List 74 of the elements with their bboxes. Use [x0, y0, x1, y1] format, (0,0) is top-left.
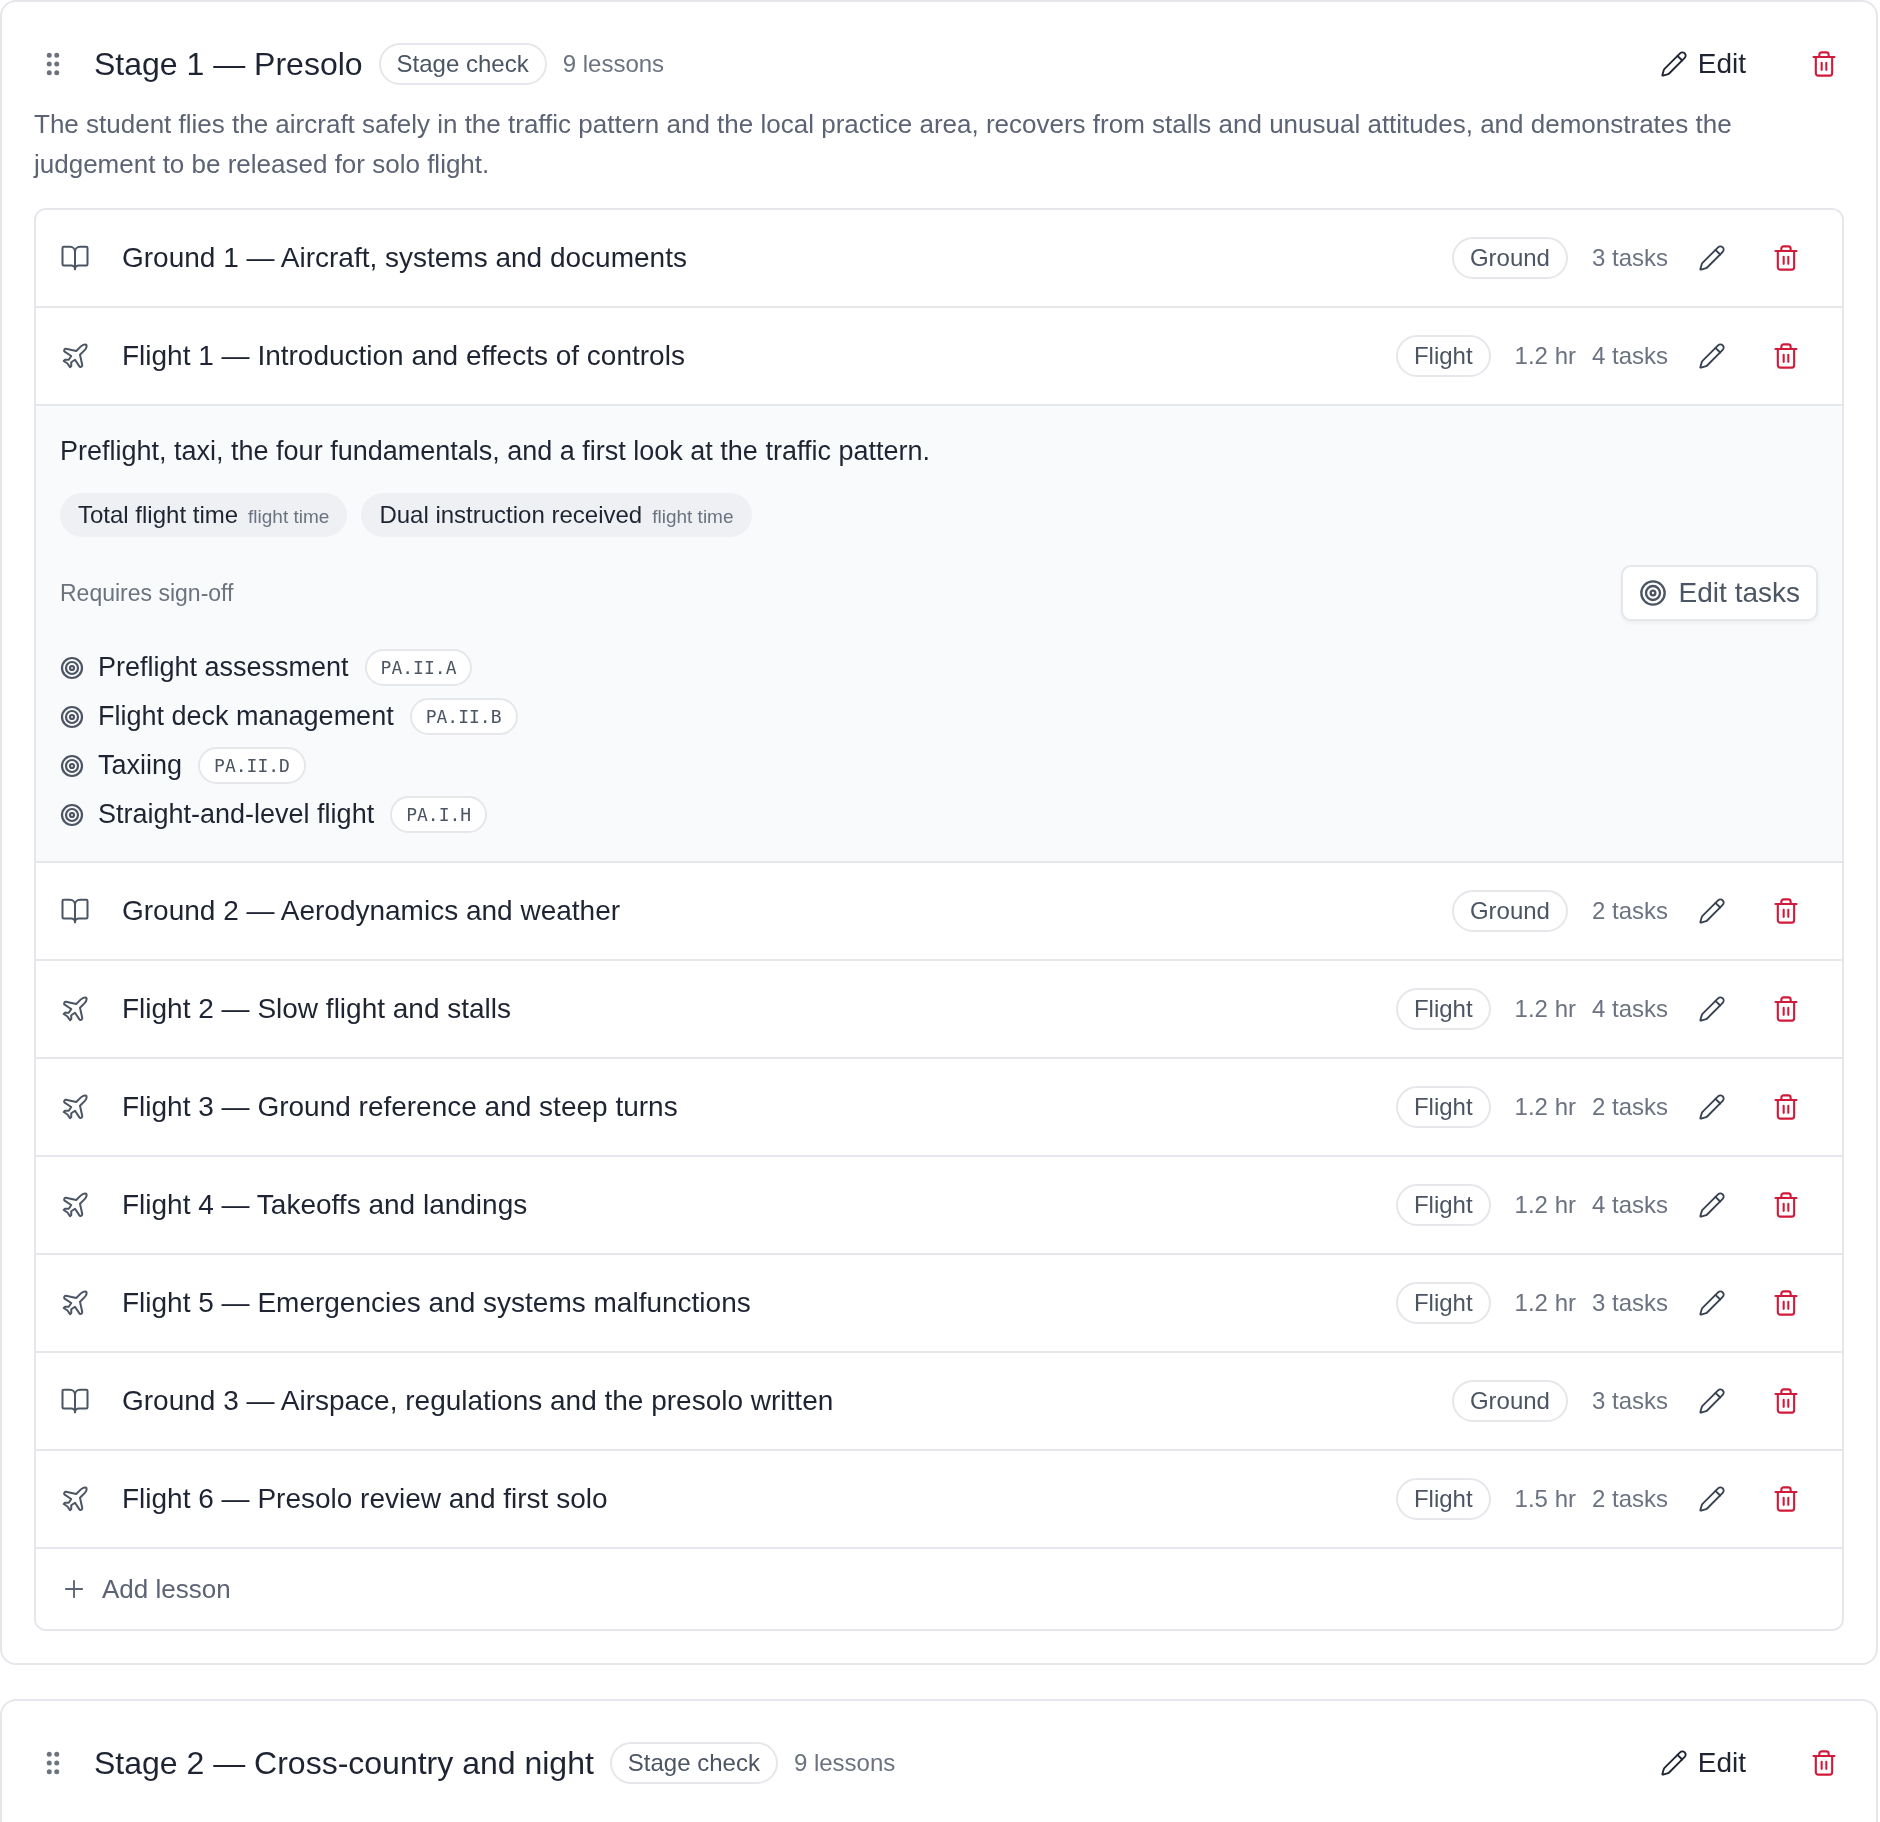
book-icon	[60, 243, 90, 273]
edit-tasks-button[interactable]: Edit tasks	[1620, 565, 1818, 621]
plane-icon	[60, 1190, 90, 1220]
task-count: 3 tasks	[1591, 244, 1668, 272]
lesson-type-badge: Ground	[1451, 237, 1568, 279]
target-icon	[60, 802, 84, 827]
plane-icon	[60, 994, 90, 1024]
target-icon	[60, 655, 84, 680]
stage-check-badge: Stage check	[378, 43, 547, 85]
signoff-label: Requires sign-off	[60, 579, 234, 607]
lesson-type-badge: Flight	[1395, 335, 1491, 377]
lesson-hours: 1.2 hr	[1514, 342, 1576, 370]
edit-button[interactable]: Edit	[1651, 1741, 1754, 1785]
lesson-title: Flight 2 — Slow flight and stalls	[122, 993, 512, 1025]
task-name: Straight-and-level flight	[98, 799, 375, 830]
plane-icon	[60, 1288, 90, 1318]
lesson-title: Flight 6 — Presolo review and first solo	[122, 1483, 608, 1515]
lesson-title: Flight 3 — Ground reference and steep turns	[122, 1091, 678, 1123]
lesson-type-badge: Flight	[1395, 1184, 1491, 1226]
tag-label: Total flight time	[78, 501, 239, 529]
lesson-title: Ground 1 — Aircraft, systems and documents	[122, 242, 687, 274]
stage-description: The student flies the aircraft safely in the traffic pattern and the local practice area, recovers from stalls and unusual attitudes, and demonstrates the judgement to be released for solo flight.	[34, 108, 1733, 181]
task-count: 2 tasks	[1591, 897, 1668, 925]
task-code: PA.II.D	[198, 747, 306, 784]
plane-icon	[60, 1092, 90, 1122]
target-icon	[60, 753, 84, 778]
task-code: PA.I.H	[390, 796, 488, 833]
task-name: Taxiing	[98, 750, 183, 781]
pencil-icon	[1659, 50, 1688, 78]
lesson-type-badge: Flight	[1395, 988, 1491, 1030]
task-count: 3 tasks	[1591, 1289, 1668, 1317]
lesson-title: Flight 5 — Emergencies and systems malfunctions	[122, 1287, 751, 1319]
stage-title: Stage 2 — Cross-country and night	[94, 1744, 594, 1782]
stage-title: Stage 1 — Presolo	[94, 45, 363, 83]
lesson-title: Ground 3 — Airspace, regulations and the presolo written	[122, 1385, 834, 1417]
edit-button[interactable]: Edit	[1651, 42, 1754, 86]
lesson-hours: 1.5 hr	[1514, 1485, 1576, 1513]
task-count: 4 tasks	[1591, 1191, 1668, 1219]
lesson-type-badge: Flight	[1395, 1478, 1491, 1520]
lesson-type-badge: Ground	[1451, 1380, 1568, 1422]
task-name: Flight deck management	[98, 701, 394, 732]
lesson-hours: 1.2 hr	[1514, 1191, 1576, 1219]
book-icon	[60, 896, 90, 926]
task-code: PA.II.B	[409, 698, 518, 735]
lesson-title: Flight 1 — Introduction and effects of controls	[122, 340, 685, 372]
stage-check-badge: Stage check	[609, 1742, 778, 1784]
task-name: Preflight assessment	[98, 652, 349, 683]
lesson-row[interactable]: Ground 1 — Aircraft, systems and documents Ground 3 tasks	[36, 210, 1842, 308]
tag-type: flight time	[652, 506, 734, 528]
task-code: PA.II.A	[364, 649, 473, 686]
lesson-type-badge: Flight	[1395, 1282, 1491, 1324]
lesson-hours: 1.2 hr	[1514, 1093, 1576, 1121]
plane-icon	[60, 341, 90, 371]
tag-type: flight time	[248, 506, 330, 528]
lesson-count: 9 lessons	[562, 50, 665, 78]
task-count: 4 tasks	[1591, 995, 1668, 1023]
lesson-type-badge: Flight	[1395, 1086, 1491, 1128]
book-icon	[60, 1386, 90, 1416]
lesson-hours: 1.2 hr	[1514, 1289, 1576, 1317]
lesson-title: Ground 2 — Aerodynamics and weather	[122, 895, 621, 927]
lesson-count: 9 lessons	[793, 1749, 896, 1777]
target-icon	[60, 704, 84, 729]
lesson-type-badge: Ground	[1451, 890, 1568, 932]
lesson-hours: 1.2 hr	[1514, 995, 1576, 1023]
tag-label: Dual instruction received	[379, 501, 643, 529]
target-icon	[1638, 579, 1667, 607]
lesson-title: Flight 4 — Takeoffs and landings	[122, 1189, 528, 1221]
task-count: 2 tasks	[1591, 1485, 1668, 1513]
task-count: 3 tasks	[1591, 1387, 1668, 1415]
task-count: 2 tasks	[1591, 1093, 1668, 1121]
lesson-summary: Preflight, taxi, the four fundamentals, and a first look at the traffic pattern.	[60, 436, 931, 467]
pencil-icon	[1659, 1749, 1688, 1777]
plane-icon	[60, 1484, 90, 1514]
task-count: 4 tasks	[1591, 342, 1668, 370]
